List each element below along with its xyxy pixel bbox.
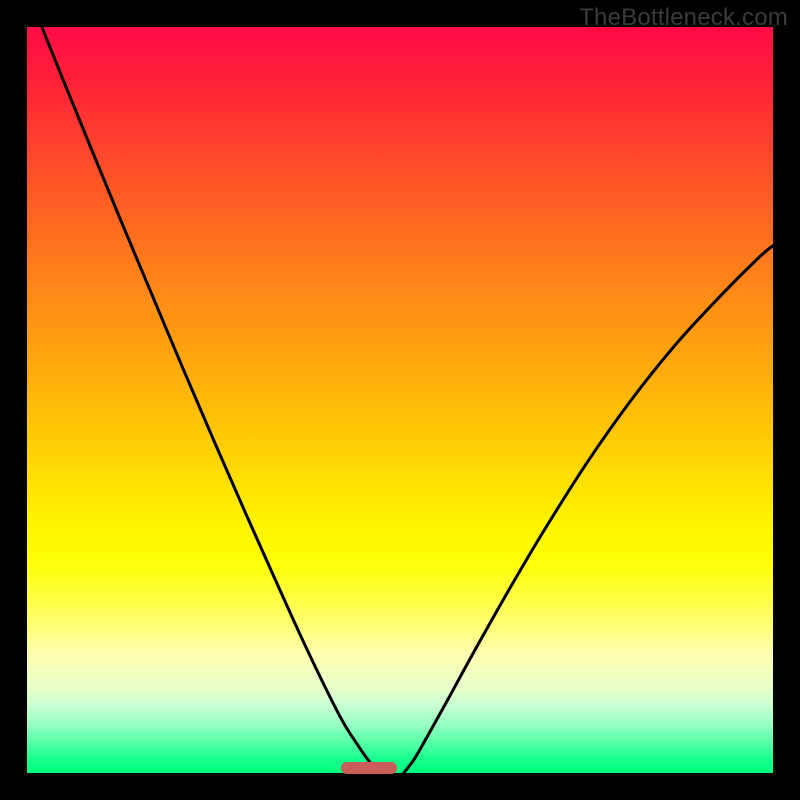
- bottleneck-marker: [341, 762, 397, 774]
- chart-frame: TheBottleneck.com: [0, 0, 800, 800]
- right-curve: [404, 246, 773, 773]
- left-curve: [27, 0, 380, 773]
- watermark-text: TheBottleneck.com: [579, 4, 788, 32]
- curves-layer: [27, 27, 773, 773]
